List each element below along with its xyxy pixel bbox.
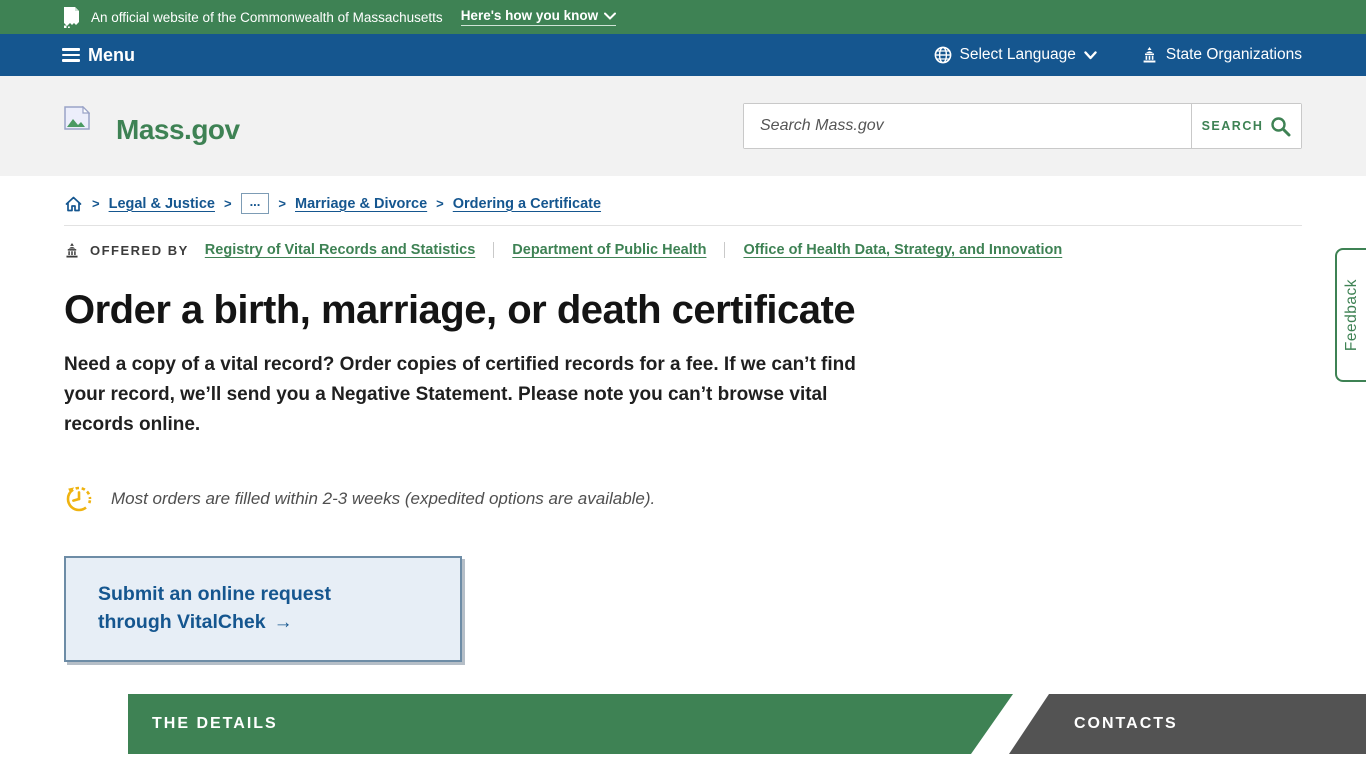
- breadcrumb-chevron: >: [92, 196, 100, 211]
- home-icon: [64, 195, 83, 213]
- capitol-icon: [64, 243, 80, 258]
- massgov-logo[interactable]: Mass.gov: [64, 106, 240, 146]
- tab-the-details[interactable]: THE DETAILS: [128, 694, 1013, 754]
- vitalchek-request-button[interactable]: Submit an online request through VitalCh…: [64, 556, 462, 662]
- tab-contacts-label: CONTACTS: [1074, 715, 1178, 733]
- breadcrumb-link-legal-justice[interactable]: Legal & Justice: [109, 196, 215, 212]
- search-button[interactable]: SEARCH: [1191, 104, 1301, 148]
- chevron-down-icon: [604, 12, 616, 20]
- processing-time-text: Most orders are filled within 2-3 weeks …: [111, 489, 655, 509]
- logo-text: Mass.gov: [116, 114, 240, 146]
- select-language-label: Select Language: [960, 46, 1076, 64]
- arrow-right-icon: →: [274, 612, 293, 633]
- divider: [493, 242, 494, 258]
- breadcrumb-chevron: >: [278, 196, 286, 211]
- heres-how-you-know-button[interactable]: Here's how you know: [461, 8, 617, 26]
- globe-icon: [934, 46, 952, 64]
- agency-link-public-health[interactable]: Department of Public Health: [512, 242, 706, 258]
- tab-contacts[interactable]: CONTACTS: [1009, 694, 1366, 754]
- tab-the-details-label: THE DETAILS: [152, 715, 278, 733]
- offered-by-label: OFFERED BY: [90, 243, 189, 258]
- search-input[interactable]: [744, 104, 1191, 148]
- navbar-right: Select Language State Organizations: [934, 46, 1303, 64]
- magnifier-icon: [1270, 116, 1291, 137]
- state-organizations-label: State Organizations: [1166, 46, 1302, 64]
- breadcrumb-ellipsis-button[interactable]: ...: [241, 193, 270, 214]
- heres-how-you-know-label: Here's how you know: [461, 8, 599, 23]
- broken-image-icon: [62, 6, 81, 28]
- broken-image-icon: [64, 106, 90, 130]
- feedback-button[interactable]: Feedback: [1335, 248, 1366, 382]
- breadcrumb-chevron: >: [224, 196, 232, 211]
- chevron-down-icon: [1084, 51, 1097, 60]
- vitalchek-button-line2: through VitalChek: [98, 611, 266, 633]
- divider: [64, 225, 1302, 226]
- vitalchek-button-line1: Submit an online request: [98, 583, 331, 605]
- page-lead-text: Need a copy of a vital record? Order cop…: [64, 350, 864, 440]
- breadcrumb-link-ordering-certificate[interactable]: Ordering a Certificate: [453, 196, 601, 212]
- breadcrumb-chevron: >: [436, 196, 444, 211]
- main-content: > Legal & Justice > ... > Marriage & Div…: [0, 193, 1366, 754]
- page: An official website of the Commonwealth …: [0, 0, 1366, 768]
- agency-link-vital-records[interactable]: Registry of Vital Records and Statistics: [205, 242, 475, 258]
- hamburger-icon: [62, 48, 80, 62]
- page-title: Order a birth, marriage, or death certif…: [64, 288, 1302, 333]
- search-button-label: SEARCH: [1202, 119, 1264, 133]
- history-clock-icon: [64, 484, 94, 514]
- processing-time-notice: Most orders are filled within 2-3 weeks …: [64, 484, 1302, 514]
- capitol-icon: [1141, 47, 1158, 63]
- site-header: Mass.gov SEARCH: [0, 76, 1366, 176]
- menu-button[interactable]: Menu: [62, 45, 135, 66]
- divider: [724, 242, 725, 258]
- offered-by-row: OFFERED BY Registry of Vital Records and…: [64, 242, 1302, 258]
- search-bar: SEARCH: [743, 103, 1302, 149]
- main-navbar: Menu Select Language: [0, 34, 1366, 76]
- official-banner-text: An official website of the Commonwealth …: [91, 10, 443, 25]
- state-organizations-button[interactable]: State Organizations: [1141, 46, 1302, 64]
- breadcrumb: > Legal & Justice > ... > Marriage & Div…: [64, 193, 1302, 214]
- select-language-button[interactable]: Select Language: [934, 46, 1097, 64]
- agency-link-health-data[interactable]: Office of Health Data, Strategy, and Inn…: [743, 242, 1062, 258]
- feedback-label: Feedback: [1343, 279, 1361, 351]
- menu-label: Menu: [88, 45, 135, 66]
- official-banner: An official website of the Commonwealth …: [0, 0, 1366, 34]
- section-tabs: THE DETAILS CONTACTS: [64, 694, 1302, 754]
- breadcrumb-home-link[interactable]: [64, 195, 83, 213]
- breadcrumb-link-marriage-divorce[interactable]: Marriage & Divorce: [295, 196, 427, 212]
